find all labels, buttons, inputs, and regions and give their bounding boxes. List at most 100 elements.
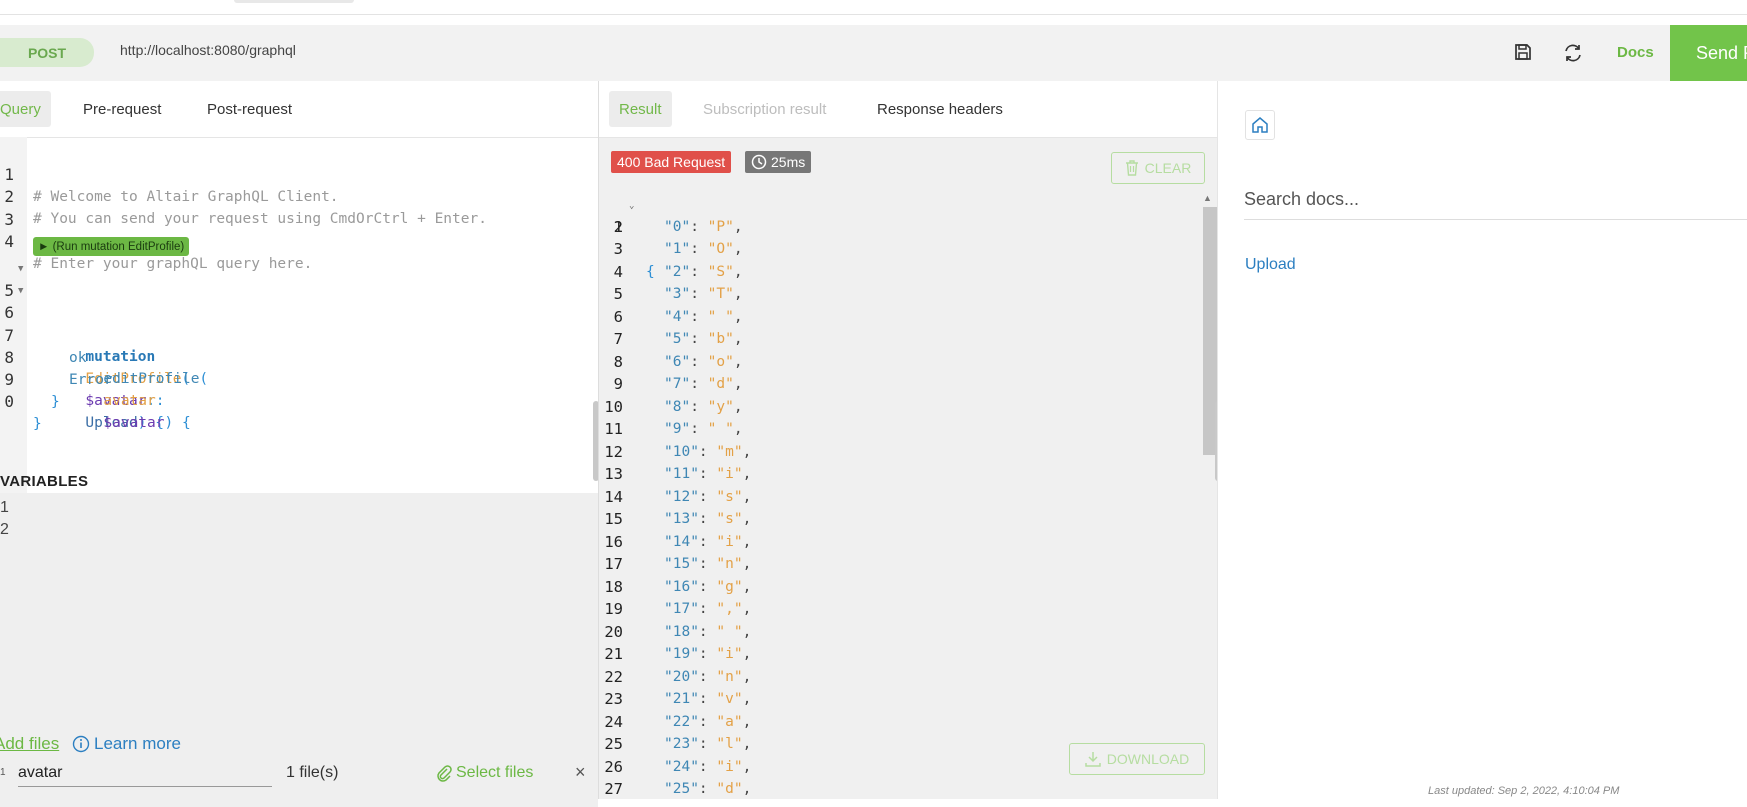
chevron-down-icon[interactable]: ▼ <box>18 280 23 302</box>
result-entry: "16": "g", <box>664 578 752 595</box>
method-selector[interactable]: POST <box>0 38 94 67</box>
last-updated-text: Last updated: Sep 2, 2022, 4:10:04 PM <box>1428 785 1620 797</box>
result-entry: "22": "a", <box>664 713 752 730</box>
add-files-link[interactable]: Add files <box>0 734 59 754</box>
url-bar: POST http://localhost:8080/graphql Docs … <box>0 25 1747 82</box>
download-icon <box>1085 752 1101 767</box>
result-key: "3" <box>664 286 691 302</box>
remove-file-button[interactable]: × <box>575 762 586 783</box>
result-entry: "6": "o", <box>664 353 743 370</box>
query-tabs: Query Pre-request Post-request <box>0 81 598 138</box>
line-number: 7 <box>613 330 623 348</box>
line-number: 19 <box>604 600 623 618</box>
result-value: "i" <box>716 646 743 662</box>
clear-label: CLEAR <box>1144 160 1192 176</box>
code-line[interactable]: 6 ▼ editProfile( avatar: $avatar) { <box>0 280 598 431</box>
result-value: "d" <box>716 781 743 797</box>
result-value: "n" <box>716 668 743 685</box>
tab-subscription-result[interactable]: Subscription result <box>693 91 836 127</box>
result-value: "v" <box>716 691 743 707</box>
result-entry: "17": ",", <box>664 601 752 617</box>
tab-post-request[interactable]: Post-request <box>197 91 302 127</box>
result-line: 3 "1": "O", <box>599 238 1199 261</box>
tab-result[interactable]: Result <box>609 91 672 127</box>
home-icon <box>1252 117 1268 133</box>
result-key: "20" <box>664 668 699 685</box>
docs-upload-link[interactable]: Upload <box>1245 256 1296 274</box>
result-entry: "14": "i", <box>664 533 752 550</box>
clear-button[interactable]: CLEAR <box>1111 152 1205 184</box>
result-entry: "3": "T", <box>664 286 743 302</box>
result-key: "25" <box>664 781 699 797</box>
docs-button[interactable]: Docs <box>1617 44 1654 61</box>
line-number: 14 <box>604 487 623 506</box>
result-pane: Result Subscription result Response head… <box>598 81 1221 799</box>
code-line[interactable]: 3 <box>0 187 598 229</box>
code-line[interactable]: 9 } <box>0 347 598 410</box>
line-number: 25 <box>604 735 623 753</box>
result-value: "S" <box>707 263 734 280</box>
docs-home-button[interactable] <box>1245 110 1275 140</box>
file-upload-row: 1 avatar 1 file(s) Select files × <box>0 762 598 794</box>
save-icon[interactable] <box>1513 42 1535 64</box>
code-line[interactable]: 0 } <box>0 369 598 432</box>
url-input[interactable]: http://localhost:8080/graphql <box>120 42 296 58</box>
code-line[interactable]: 8 Error <box>0 325 598 388</box>
search-docs-input[interactable]: Search docs... <box>1244 189 1747 220</box>
result-line: 5 "3": "T", <box>599 283 1199 306</box>
run-mutation-button[interactable]: ► (Run mutation EditProfile) <box>33 237 190 256</box>
result-line: 21 "19": "i", <box>599 643 1199 666</box>
line-number: 17 <box>604 555 623 573</box>
line-number: 4 <box>4 232 14 251</box>
result-key: "6" <box>664 353 691 370</box>
result-entry: "4": " ", <box>664 308 743 325</box>
result-key: "1" <box>664 241 691 257</box>
learn-more-label: Learn more <box>94 734 181 753</box>
result-scrollbar[interactable]: ▲ <box>1199 193 1217 785</box>
result-key: "22" <box>664 713 699 730</box>
code-line[interactable]: 4 # Enter your graphQL query here. <box>0 209 598 272</box>
result-key: "11" <box>664 466 699 482</box>
result-line: 19 "17": ",", <box>599 598 1199 621</box>
learn-more-link[interactable]: Learn more <box>72 734 181 754</box>
result-line: 6 "4": " ", <box>599 306 1199 329</box>
tab-pre-request[interactable]: Pre-request <box>73 91 171 127</box>
line-number: 3 <box>613 240 623 258</box>
result-key: "10" <box>664 443 699 460</box>
refresh-icon[interactable] <box>1562 42 1584 64</box>
result-key: "2" <box>664 263 691 280</box>
code-line[interactable]: 1 # Welcome to Altair GraphQL Client. <box>0 142 598 205</box>
download-button[interactable]: DOWNLOAD <box>1069 743 1205 775</box>
result-entry: "19": "i", <box>664 646 752 662</box>
select-files-button[interactable]: Select files <box>436 764 533 782</box>
result-value: "o" <box>707 353 734 370</box>
result-key: "24" <box>664 758 699 775</box>
result-key: "4" <box>664 308 691 325</box>
result-entry: "2": "S", <box>664 263 743 280</box>
line-number: 6 <box>613 307 623 326</box>
result-line: 11 "9": " ", <box>599 418 1199 441</box>
result-entry: "13": "s", <box>664 511 752 527</box>
result-line: 9 "7": "d", <box>599 373 1199 396</box>
variables-editor[interactable]: 1 2 <box>0 493 598 807</box>
trash-icon <box>1125 160 1138 176</box>
result-value: "b" <box>707 331 734 347</box>
window-tab[interactable] <box>234 0 354 3</box>
chevron-down-icon[interactable]: ⌄ <box>629 195 634 218</box>
code-line[interactable]: 7 ok <box>0 303 598 366</box>
code-line[interactable]: 2 # You can send your request using CmdO… <box>0 164 598 227</box>
result-value: " " <box>707 308 734 325</box>
response-time: 25ms <box>771 154 806 170</box>
result-key: "15" <box>664 556 699 572</box>
file-row-index: 1 <box>0 767 6 778</box>
tab-response-headers[interactable]: Response headers <box>867 91 1013 127</box>
result-line: 1 ⌄ { <box>599 193 1199 280</box>
result-value: "m" <box>716 443 743 460</box>
file-variable-name-input[interactable]: avatar <box>18 764 272 787</box>
result-entry: "18": " ", <box>664 623 752 640</box>
code-line[interactable]: 5 ▼ mutation EditProfile( $avatar: Uploa… <box>0 258 598 431</box>
result-entry: "8": "y", <box>664 398 743 415</box>
chevron-down-icon[interactable]: ▼ <box>18 258 23 280</box>
tab-query[interactable]: Query <box>0 91 51 127</box>
send-request-button[interactable]: Send R <box>1670 25 1747 81</box>
